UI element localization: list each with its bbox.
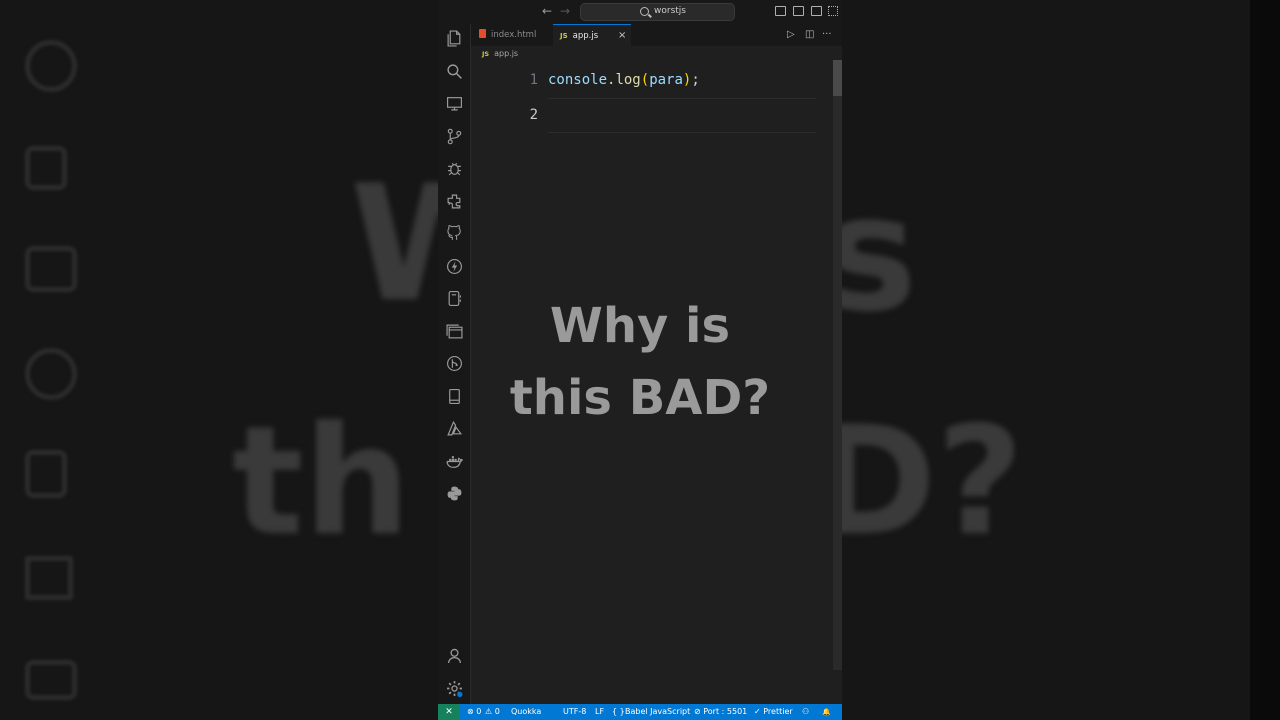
- js-icon: JS: [560, 32, 568, 40]
- bg-device-icon: [25, 450, 67, 498]
- command-center-search[interactable]: worstjs: [580, 3, 735, 21]
- line-number: 1: [529, 72, 538, 88]
- back-button[interactable]: ←: [542, 4, 552, 18]
- token-identifier: console: [548, 72, 608, 88]
- thunder-client-icon[interactable]: [446, 258, 463, 275]
- token-identifier: para: [649, 72, 683, 88]
- line-number: 2: [529, 107, 538, 123]
- token-semicolon: ;: [691, 72, 700, 88]
- html5-icon: [479, 29, 486, 38]
- screen: W th s D? ← → worstjs: [0, 0, 1280, 720]
- explorer-icon[interactable]: [446, 30, 463, 47]
- forward-button[interactable]: →: [560, 4, 570, 18]
- js-icon: JS: [482, 50, 490, 58]
- language-braces-icon: { }: [612, 707, 625, 716]
- video-overlay-caption: Why is this BAD?: [438, 290, 842, 434]
- bg-text-s: s: [842, 160, 918, 347]
- warnings-indicator[interactable]: ⚠ 0: [485, 704, 500, 720]
- bg-bolt-icon: [25, 40, 77, 92]
- bg-text-d: D?: [842, 395, 1024, 569]
- command-center-label: worstjs: [654, 6, 686, 16]
- extensions-icon[interactable]: [446, 193, 463, 210]
- close-tab-icon[interactable]: ×: [618, 25, 626, 47]
- search-icon[interactable]: [446, 63, 463, 80]
- remote-explorer-icon[interactable]: [446, 95, 463, 112]
- breadcrumb[interactable]: JS app.js: [482, 49, 518, 58]
- settings-gear-icon[interactable]: [446, 680, 463, 697]
- blurred-background-left: W th: [0, 0, 438, 720]
- bg-notebook-icon: [25, 146, 67, 190]
- encoding-status[interactable]: UTF-8: [563, 704, 586, 720]
- toggle-sidebar-icon[interactable]: [775, 6, 786, 16]
- bg-azure-icon: [25, 556, 73, 600]
- toggle-panel-icon[interactable]: [793, 6, 804, 16]
- code-line[interactable]: console.log(para);: [548, 72, 700, 88]
- source-control-icon[interactable]: [446, 128, 463, 145]
- copilot-icon[interactable]: ⚇: [802, 704, 809, 720]
- accounts-icon[interactable]: [446, 647, 463, 664]
- search-icon: [640, 7, 649, 16]
- current-line-highlight: [548, 98, 816, 133]
- errors-indicator[interactable]: ⊗ 0: [467, 704, 481, 720]
- quokka-status[interactable]: Quokka: [511, 704, 541, 720]
- prettier-status[interactable]: ✓ Prettier: [754, 704, 793, 720]
- caption-line-1: Why is: [549, 298, 731, 354]
- bg-docker-icon: [25, 660, 77, 700]
- bg-git-icon: [25, 348, 77, 400]
- more-actions-icon[interactable]: ···: [822, 29, 832, 41]
- bg-text-w: W: [350, 150, 438, 337]
- github-icon[interactable]: [446, 225, 463, 242]
- caption-line-2: this BAD?: [509, 370, 771, 426]
- tab-index-html[interactable]: index.html: [471, 24, 553, 46]
- run-code-icon[interactable]: ▷: [787, 29, 795, 41]
- status-bar: ✕ ⊗ 0 ⚠ 0 Quokka UTF-8 LF { } Babel Java…: [438, 704, 842, 720]
- bg-window-icon: [25, 246, 77, 292]
- tab-label: app.js: [572, 31, 599, 41]
- python-icon[interactable]: [446, 485, 463, 502]
- breadcrumb-file: app.js: [494, 49, 519, 58]
- token-paren: (: [640, 72, 650, 88]
- tab-label: index.html: [491, 30, 537, 40]
- live-server-port[interactable]: ⊘ Port : 5501: [694, 704, 747, 720]
- customize-layout-icon[interactable]: [828, 6, 838, 16]
- tab-app-js[interactable]: JS app.js ×: [553, 24, 631, 46]
- run-debug-icon[interactable]: [446, 160, 463, 177]
- editor-tab-bar: index.html JS app.js × ▷ ◫ ···: [471, 24, 842, 46]
- split-editor-icon[interactable]: ◫: [805, 29, 814, 41]
- notifications-bell-icon[interactable]: 🔔: [822, 704, 831, 720]
- title-bar: ← → worstjs: [438, 0, 842, 24]
- language-mode[interactable]: Babel JavaScript: [625, 704, 690, 720]
- blurred-background-right: s D?: [842, 0, 1280, 720]
- eol-status[interactable]: LF: [595, 704, 604, 720]
- docker-icon[interactable]: [446, 453, 463, 470]
- token-function: log: [615, 72, 641, 88]
- bg-text-th: th: [232, 395, 411, 569]
- remote-indicator[interactable]: ✕: [438, 704, 460, 720]
- toggle-secondary-sidebar-icon[interactable]: [811, 6, 822, 16]
- scrollbar-thumb[interactable]: [833, 60, 842, 96]
